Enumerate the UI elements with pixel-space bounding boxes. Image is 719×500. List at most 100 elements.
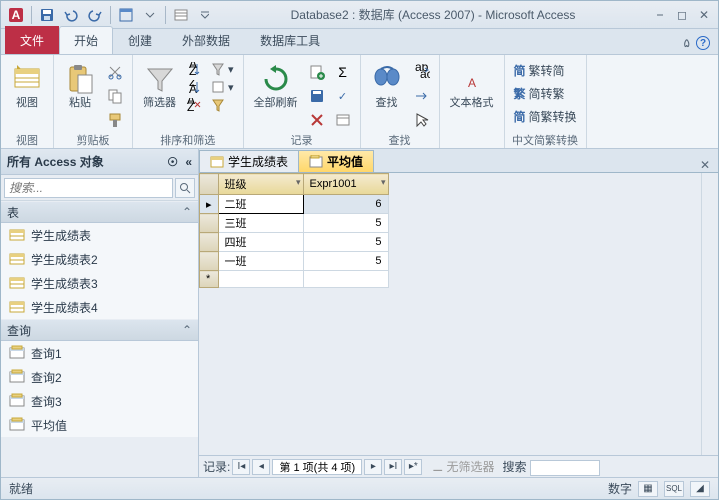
redo-icon[interactable] [84,4,106,26]
grid-cell[interactable]: 6 [303,195,388,214]
design-view-button[interactable]: ◢ [690,481,710,497]
delete-record-icon[interactable] [306,109,328,131]
table-icon [9,299,25,315]
tab-create[interactable]: 创建 [113,26,167,54]
chinese-convert-button[interactable]: 简简繁转换 [511,107,580,126]
help-icon[interactable]: ? [696,36,710,50]
nav-header[interactable]: 所有 Access 对象 ☉ « [1,149,198,175]
new-record-icon[interactable] [306,61,328,83]
close-button[interactable]: ✕ [694,7,714,23]
filter-button[interactable]: 筛选器 [139,61,180,111]
row-selector[interactable] [200,214,219,233]
cut-icon[interactable] [104,61,126,83]
sql-view-button[interactable]: SQL [664,481,684,497]
replace-icon[interactable]: abac [411,61,433,83]
more-records-icon[interactable] [332,109,354,131]
toggle-filter-button[interactable] [208,97,237,113]
new-row-selector[interactable]: * [200,271,219,288]
advanced-filter-button[interactable]: ▾ [208,79,237,95]
qat-table-icon[interactable] [170,4,192,26]
nav-last-button[interactable]: ▸I [384,459,402,475]
nav-search-button[interactable] [175,178,195,198]
record-search-input[interactable] [530,460,600,476]
close-tab-button[interactable]: ✕ [692,158,718,172]
nav-new-button[interactable]: ▸* [404,459,422,475]
minimize-button[interactable]: ⎯ [650,7,670,23]
vertical-scrollbar[interactable] [701,173,718,455]
nav-item[interactable]: 学生成绩表3 [1,271,198,295]
tab-home[interactable]: 开始 [59,26,113,54]
grid-cell[interactable] [218,271,303,288]
nav-prev-button[interactable]: ◂ [252,459,270,475]
clear-sort-button[interactable]: AZ [184,97,204,113]
app-icon[interactable]: A [5,4,27,26]
grid-cell[interactable]: 四班 [218,233,303,252]
qat-dropdown-icon[interactable] [139,4,161,26]
paste-button[interactable]: 粘贴 [60,61,100,111]
column-header[interactable]: Expr1001▾ [303,174,388,195]
ribbon-group-text-format: A 文本格式 [440,55,505,148]
trad-to-simp-button[interactable]: 简繁转简 [511,61,580,80]
totals-icon[interactable]: Σ [332,61,354,83]
tab-external-data[interactable]: 外部数据 [167,26,245,54]
sort-desc-button[interactable]: ZA [184,79,204,95]
qat-customize-icon[interactable] [194,4,216,26]
nav-group-header[interactable]: 表⌃ [1,201,198,223]
datasheet-view-button[interactable]: ▦ [638,481,658,497]
nav-next-button[interactable]: ▸ [364,459,382,475]
table-icon [9,227,25,243]
minimize-ribbon-icon[interactable]: ۵ [684,36,690,50]
document-tab[interactable]: 学生成绩表 [199,150,299,172]
grid-cell[interactable]: 5 [303,252,388,271]
copy-icon[interactable] [104,85,126,107]
nav-collapse-icon[interactable]: « [185,155,192,169]
selection-filter-button[interactable]: ▾ [208,61,237,77]
nav-item[interactable]: 平均值 [1,413,198,437]
format-painter-icon[interactable] [104,109,126,131]
svg-text:ac: ac [420,67,430,80]
nav-item[interactable]: 学生成绩表2 [1,247,198,271]
select-icon[interactable] [411,109,433,131]
text-format-button[interactable]: A 文本格式 [446,61,498,111]
save-record-icon[interactable] [306,85,328,107]
nav-item[interactable]: 查询2 [1,365,198,389]
document-tab[interactable]: 平均值 [298,150,374,172]
select-all-corner[interactable] [200,174,219,195]
column-header[interactable]: 班级▾ [218,174,303,195]
grid-cell[interactable]: 5 [303,233,388,252]
nav-item[interactable]: 学生成绩表4 [1,295,198,319]
qat-item-icon[interactable] [115,4,137,26]
nav-search-input[interactable] [4,178,173,198]
grid-cell[interactable]: 二班 [218,195,303,214]
grid-cell[interactable]: 5 [303,214,388,233]
sort-asc-button[interactable]: AZ [184,61,204,77]
doctab-label: 平均值 [327,153,363,170]
grid-cell[interactable]: 一班 [218,252,303,271]
tab-file[interactable]: 文件 [5,26,59,54]
nav-item[interactable]: 查询1 [1,341,198,365]
row-selector[interactable]: ▸ [200,195,219,214]
row-selector[interactable] [200,233,219,252]
quick-access-toolbar: A [5,4,216,26]
undo-icon[interactable] [60,4,82,26]
nav-item[interactable]: 学生成绩表 [1,223,198,247]
grid-cell[interactable]: 三班 [218,214,303,233]
datasheet-grid[interactable]: 班级▾Expr1001▾ ▸二班6三班5四班5一班5 * [199,173,701,455]
nav-item[interactable]: 查询3 [1,389,198,413]
simp-to-trad-button[interactable]: 繁简转繁 [511,84,580,103]
nav-first-button[interactable]: I◂ [232,459,250,475]
find-button[interactable]: 查找 [367,61,407,111]
view-button[interactable]: 视图 [7,61,47,111]
nav-item-label: 学生成绩表2 [31,251,98,268]
tab-database-tools[interactable]: 数据库工具 [245,26,335,54]
maximize-button[interactable]: ◻ [672,7,692,23]
nav-group-header[interactable]: 查询⌃ [1,319,198,341]
record-position-input[interactable] [272,459,362,475]
save-icon[interactable] [36,4,58,26]
row-selector[interactable] [200,252,219,271]
spelling-icon[interactable]: ✓ [332,85,354,107]
goto-icon[interactable] [411,85,433,107]
grid-cell[interactable] [303,271,388,288]
nav-dropdown-icon[interactable]: ☉ [167,155,178,169]
refresh-all-button[interactable]: 全部刷新 [250,61,302,111]
